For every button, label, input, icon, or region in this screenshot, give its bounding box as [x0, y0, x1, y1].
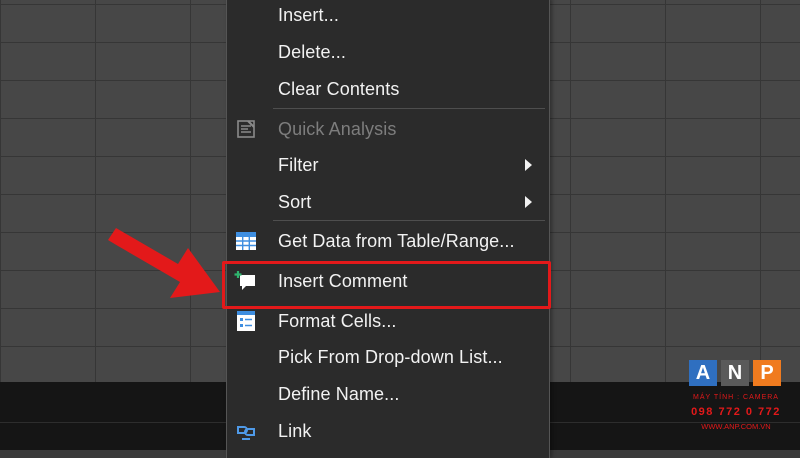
- menu-item-label: Filter: [278, 155, 319, 175]
- context-menu: Insert... Delete... Clear Contents Quick…: [226, 0, 550, 458]
- menu-item-pick-from-list[interactable]: Pick From Drop-down List...: [227, 340, 549, 374]
- menu-item-quick-analysis[interactable]: Quick Analysis: [227, 112, 549, 146]
- format-cells-icon: [234, 309, 258, 333]
- menu-item-label: Sort: [278, 192, 312, 212]
- menu-item-label: Delete...: [278, 42, 346, 62]
- menu-item-label: Define Name...: [278, 384, 400, 404]
- logo-letter: P: [753, 360, 781, 386]
- submenu-arrow-icon: [525, 196, 532, 208]
- logo-letter: A: [689, 360, 717, 386]
- menu-item-insert[interactable]: Insert...: [227, 0, 549, 32]
- logo-tagline: MÁY TÍNH : CAMERA: [693, 394, 779, 401]
- menu-item-filter[interactable]: Filter: [227, 148, 549, 182]
- menu-item-label: Insert...: [278, 5, 339, 25]
- menu-item-label: Get Data from Table/Range...: [278, 231, 515, 251]
- menu-item-format-cells[interactable]: Format Cells...: [227, 304, 549, 338]
- menu-item-clear-contents[interactable]: Clear Contents: [227, 72, 549, 106]
- anp-logo: A N P MÁY TÍNH : CAMERA 098 772 0 772 WW…: [689, 360, 783, 440]
- menu-item-label: Format Cells...: [278, 311, 397, 331]
- quick-analysis-icon: [234, 117, 258, 141]
- menu-separator: [273, 108, 545, 109]
- menu-item-label: Quick Analysis: [278, 119, 397, 139]
- menu-item-sort[interactable]: Sort: [227, 185, 549, 219]
- highlight-box: [222, 261, 551, 309]
- menu-item-define-name[interactable]: Define Name...: [227, 377, 549, 411]
- red-arrow-annotation: [108, 228, 220, 298]
- link-icon: [234, 419, 258, 443]
- menu-item-label: Clear Contents: [278, 79, 400, 99]
- table-icon: [234, 229, 258, 253]
- menu-item-delete[interactable]: Delete...: [227, 35, 549, 69]
- submenu-arrow-icon: [525, 159, 532, 171]
- menu-item-get-data[interactable]: Get Data from Table/Range...: [227, 224, 549, 258]
- menu-item-label: Link: [278, 421, 312, 441]
- menu-item-link[interactable]: Link: [227, 414, 549, 448]
- menu-separator: [273, 220, 545, 221]
- logo-letter: N: [721, 360, 749, 386]
- menu-item-label: Pick From Drop-down List...: [278, 347, 503, 367]
- logo-website: WWW.ANP.COM.VN: [701, 422, 771, 431]
- logo-phone: 098 772 0 772: [691, 406, 781, 418]
